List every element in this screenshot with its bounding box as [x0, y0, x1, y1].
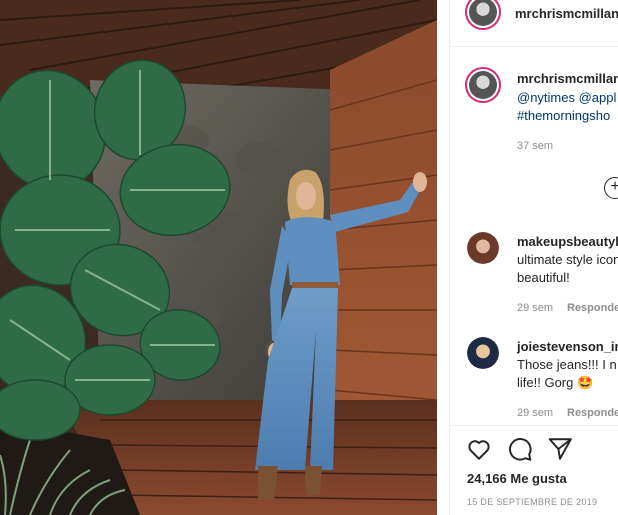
- author-username-caption[interactable]: mrchrismcmillan: [517, 71, 618, 86]
- comment-username[interactable]: joiestevenson_ir: [517, 339, 618, 354]
- comment-icon[interactable]: [507, 436, 533, 462]
- reply-button[interactable]: Responder: [567, 302, 618, 314]
- post-side-panel: mrchrismcmillan mrchrismcmillan @nytimes…: [450, 0, 618, 515]
- caption-timestamp[interactable]: 37 sem: [517, 140, 553, 152]
- comment-text: Those jeans!!! I n: [517, 357, 617, 372]
- header-divider: [450, 46, 618, 47]
- like-count[interactable]: 24,166 Me gusta: [467, 471, 567, 486]
- caption-mentions[interactable]: @nytimes @appl: [517, 89, 616, 106]
- caption-hashtag[interactable]: #themorningsho: [517, 107, 610, 124]
- author-avatar-header[interactable]: [465, 0, 501, 30]
- plus-circle-icon[interactable]: +: [604, 177, 618, 199]
- photo-illustration: [0, 0, 437, 515]
- comment-timestamp[interactable]: 29 sem: [517, 407, 553, 419]
- comment-username[interactable]: makeupsbeautybr: [517, 234, 618, 249]
- comment-avatar[interactable]: [467, 337, 499, 369]
- comment-timestamp[interactable]: 29 sem: [517, 302, 553, 314]
- comment-text: life!! Gorg 🤩: [517, 375, 594, 390]
- reply-button[interactable]: Responder: [567, 407, 618, 419]
- heart-icon[interactable]: [466, 436, 492, 462]
- comment-text: beautiful!: [517, 270, 570, 285]
- actions-divider: [450, 425, 618, 426]
- share-icon[interactable]: [547, 436, 573, 462]
- post-photo[interactable]: [0, 0, 437, 515]
- comment-avatar[interactable]: [467, 232, 499, 264]
- author-avatar-caption[interactable]: [465, 67, 501, 103]
- comment-text: ultimate style icon: [517, 252, 618, 267]
- post-date[interactable]: 15 DE SEPTIEMBRE DE 2019: [467, 497, 597, 507]
- author-username-header[interactable]: mrchrismcmillan: [515, 6, 618, 21]
